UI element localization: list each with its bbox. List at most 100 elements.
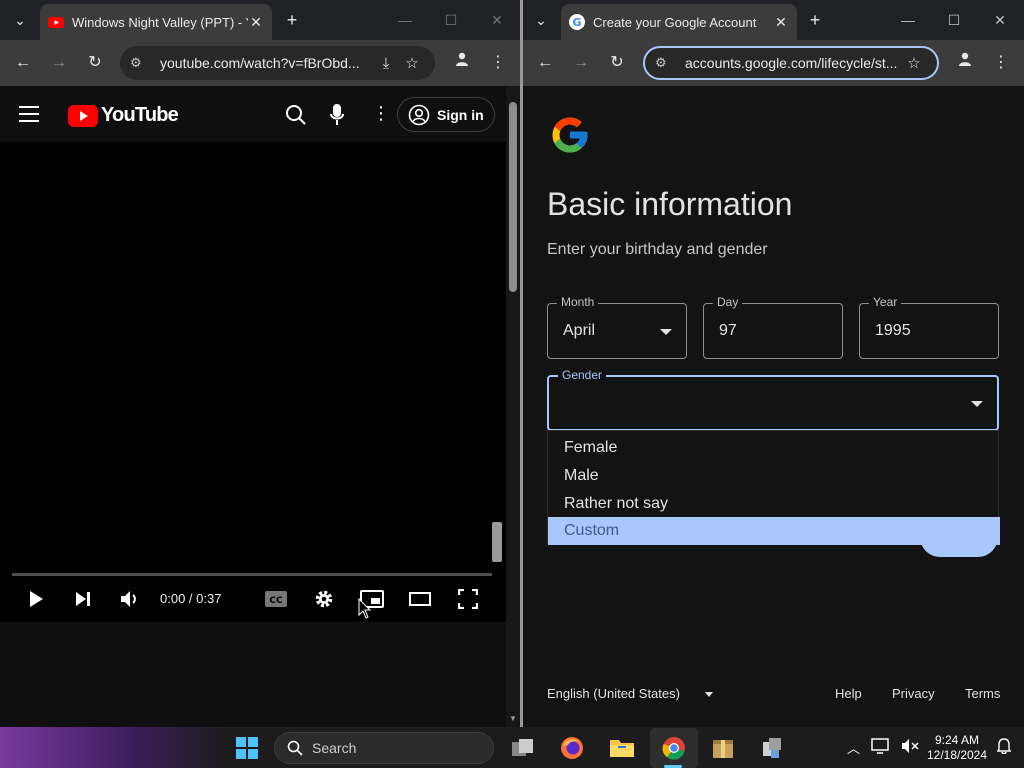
option-custom[interactable]: Custom <box>548 517 1000 545</box>
gender-label: Gender <box>558 368 607 382</box>
windows-start-icon[interactable] <box>231 732 263 764</box>
search-icon[interactable] <box>285 104 307 131</box>
hamburger-menu-icon[interactable] <box>19 106 39 122</box>
tab-title: Windows Night Valley (PPT) - YouTube <box>72 14 248 30</box>
tab-search-chevron-icon[interactable]: ⌄ <box>8 8 32 32</box>
google-favicon-icon: G <box>569 14 585 30</box>
bookmark-star-icon[interactable]: ☆ <box>399 54 425 72</box>
close-tab-icon[interactable]: ✕ <box>773 14 789 31</box>
terms-link[interactable]: Terms <box>965 686 1000 701</box>
language-selector[interactable]: English (United States) <box>547 686 680 701</box>
svg-text:CC: CC <box>269 596 283 606</box>
address-bar[interactable]: ⚙ youtube.com/watch?v=fBrObd... ⤓ ☆ <box>120 46 435 80</box>
year-label: Year <box>869 295 902 309</box>
privacy-link[interactable]: Privacy <box>892 686 935 701</box>
fullscreen-icon[interactable] <box>450 584 486 614</box>
next-video-icon[interactable] <box>65 584 101 614</box>
sign-in-button[interactable]: Sign in <box>397 97 495 132</box>
tab-strip: ⌄ G Create your Google Account ✕ + — ☐ ✕ <box>523 0 1024 40</box>
browser-menu-icon[interactable]: ⋮ <box>486 51 510 75</box>
new-tab-icon[interactable]: + <box>803 8 827 32</box>
google-signup-page: Basic information Enter your birthday an… <box>523 86 1024 727</box>
video-progress-bar[interactable] <box>12 573 492 576</box>
archive-app-icon[interactable] <box>707 732 739 764</box>
option-female[interactable]: Female <box>548 434 1000 462</box>
notifications-icon[interactable] <box>996 738 1012 757</box>
page-scrollbar[interactable]: ▼ <box>506 86 520 727</box>
desktop-wallpaper <box>0 727 225 768</box>
tab-google-account[interactable]: G Create your Google Account ✕ <box>561 4 797 40</box>
file-explorer-icon[interactable] <box>606 732 638 764</box>
browser-toolbar: ← → ↻ ⚙ accounts.google.com/lifecycle/st… <box>523 40 1024 86</box>
year-input[interactable]: Year 1995 <box>859 295 999 359</box>
firefox-icon[interactable] <box>556 732 588 764</box>
clock-time: 9:24 AM <box>934 733 980 747</box>
page-subtitle: Enter your birthday and gender <box>547 241 768 258</box>
language-dropdown-arrow-icon[interactable] <box>705 692 713 697</box>
chrome-icon[interactable] <box>658 732 690 764</box>
clock-date: 12/18/2024 <box>926 748 988 762</box>
profile-icon[interactable] <box>953 51 977 75</box>
language-label: English (United States) <box>547 686 680 701</box>
task-view-icon[interactable] <box>507 732 539 764</box>
installer-app-icon[interactable] <box>756 732 788 764</box>
site-info-icon[interactable]: ⚙ <box>655 55 677 71</box>
network-volume-icon[interactable] <box>901 738 919 757</box>
video-player[interactable] <box>0 142 506 622</box>
day-input[interactable]: Day 97 <box>703 295 843 359</box>
theater-mode-icon[interactable] <box>402 584 438 614</box>
close-window-icon[interactable]: ✕ <box>977 0 1023 40</box>
search-icon <box>287 740 303 756</box>
forward-icon[interactable]: → <box>569 51 593 75</box>
reload-icon[interactable]: ↻ <box>605 51 629 75</box>
help-link[interactable]: Help <box>835 686 862 701</box>
back-icon[interactable]: ← <box>533 51 557 75</box>
close-window-icon[interactable]: ✕ <box>474 0 520 40</box>
gender-select[interactable]: Gender <box>547 368 999 431</box>
tab-youtube[interactable]: Windows Night Valley (PPT) - YouTube ✕ <box>40 4 272 40</box>
show-hidden-icons-icon[interactable]: ︿ <box>847 738 860 757</box>
reload-icon[interactable]: ↻ <box>83 51 107 75</box>
option-rather-not-say[interactable]: Rather not say <box>548 490 1000 518</box>
browser-toolbar: ← → ↻ ⚙ youtube.com/watch?v=fBrObd... ⤓ … <box>0 40 520 86</box>
option-male[interactable]: Male <box>548 462 1000 490</box>
scrollbar-thumb[interactable] <box>509 102 517 292</box>
dropdown-arrow-icon <box>660 329 672 335</box>
new-tab-icon[interactable]: + <box>280 8 304 32</box>
settings-gear-icon[interactable] <box>306 584 342 614</box>
browser-menu-icon[interactable]: ⋮ <box>989 51 1013 75</box>
dropdown-arrow-icon <box>971 401 983 407</box>
forward-icon[interactable]: → <box>47 51 71 75</box>
more-options-icon[interactable]: ⋮ <box>372 103 390 124</box>
video-scroll-handle[interactable] <box>492 522 502 562</box>
site-info-icon[interactable]: ⚙ <box>130 55 152 71</box>
back-icon[interactable]: ← <box>11 51 35 75</box>
youtube-logo[interactable]: YouTube <box>68 104 179 127</box>
scroll-down-arrow-icon[interactable]: ▼ <box>509 714 517 723</box>
video-time: 0:00 / 0:37 <box>160 591 222 606</box>
bookmark-star-icon[interactable]: ☆ <box>901 54 927 72</box>
play-icon[interactable] <box>18 584 54 614</box>
address-bar[interactable]: ⚙ accounts.google.com/lifecycle/st... ☆ <box>643 46 939 80</box>
url-text: youtube.com/watch?v=fBrObd... <box>160 55 360 71</box>
minimize-icon[interactable]: — <box>382 0 428 40</box>
system-clock[interactable]: 9:24 AM 12/18/2024 <box>925 733 989 763</box>
profile-icon[interactable] <box>450 51 474 75</box>
close-tab-icon[interactable]: ✕ <box>248 14 264 31</box>
display-icon[interactable] <box>871 738 889 757</box>
install-app-icon[interactable]: ⤓ <box>373 55 399 72</box>
minimize-icon[interactable]: — <box>885 0 931 40</box>
volume-icon[interactable] <box>112 584 148 614</box>
sign-in-label: Sign in <box>437 106 484 123</box>
page-title: Basic information <box>547 186 793 222</box>
maximize-icon[interactable]: ☐ <box>931 0 977 40</box>
month-select[interactable]: Month April <box>547 295 687 359</box>
microphone-icon[interactable] <box>330 104 344 131</box>
tab-strip: ⌄ Windows Night Valley (PPT) - YouTube ✕… <box>0 0 520 40</box>
taskbar-search[interactable]: Search <box>274 732 494 764</box>
gender-options-list: Female Male Rather not say Custom <box>547 430 1000 545</box>
subtitles-icon[interactable]: CC <box>258 584 294 614</box>
maximize-icon[interactable]: ☐ <box>428 0 474 40</box>
tab-search-chevron-icon[interactable]: ⌄ <box>529 8 553 32</box>
youtube-browser-window: ⌄ Windows Night Valley (PPT) - YouTube ✕… <box>0 0 520 727</box>
